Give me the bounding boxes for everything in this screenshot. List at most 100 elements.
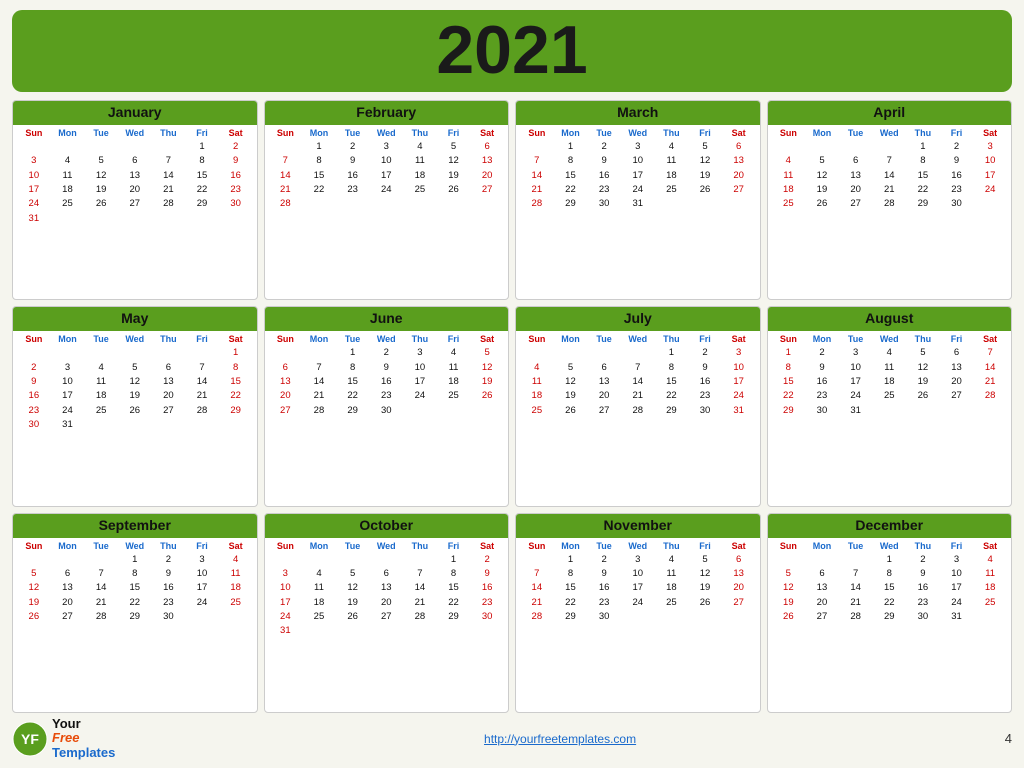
dow-cell: Thu [152, 127, 186, 139]
day-cell: 4 [872, 346, 906, 360]
day-cell: 30 [587, 610, 621, 624]
day-cell: 8 [219, 361, 253, 375]
day-cell: 18 [772, 183, 806, 197]
month-body: SunMonTueWedThuFriSat1234567891011121314… [265, 331, 509, 505]
day-cell: 16 [587, 169, 621, 183]
day-cell: 13 [51, 581, 85, 595]
day-cell: 24 [185, 596, 219, 610]
day-cell: 16 [219, 169, 253, 183]
day-cell: 26 [772, 610, 806, 624]
day-cell [219, 418, 253, 432]
day-cell: 3 [403, 346, 437, 360]
day-cell: 5 [437, 140, 471, 154]
dow-cell: Tue [839, 127, 873, 139]
day-cell: 27 [839, 197, 873, 211]
day-cell [470, 197, 504, 211]
day-cell: 8 [437, 567, 471, 581]
day-cell: 26 [470, 389, 504, 403]
day-cell: 23 [336, 183, 370, 197]
day-cell [437, 197, 471, 211]
dow-cell: Tue [587, 333, 621, 345]
day-cell: 11 [51, 169, 85, 183]
day-cell: 12 [84, 169, 118, 183]
day-cell: 9 [906, 567, 940, 581]
day-cell [520, 346, 554, 360]
day-cell: 17 [839, 375, 873, 389]
day-cell: 26 [118, 404, 152, 418]
day-cell [722, 610, 756, 624]
day-cell: 15 [118, 581, 152, 595]
dow-cell: Thu [152, 333, 186, 345]
day-cell: 5 [336, 567, 370, 581]
day-cell: 13 [118, 169, 152, 183]
day-cell [17, 140, 51, 154]
day-cell: 10 [839, 361, 873, 375]
day-cell [973, 404, 1007, 418]
day-cell [688, 610, 722, 624]
day-cell: 22 [336, 389, 370, 403]
day-cell: 7 [520, 567, 554, 581]
week-row: 3456789 [269, 567, 505, 581]
day-cell [805, 140, 839, 154]
day-cell: 22 [772, 389, 806, 403]
day-cell: 25 [403, 183, 437, 197]
footer-link[interactable]: http://yourfreetemplates.com [484, 732, 636, 746]
week-row: 891011121314 [772, 361, 1008, 375]
dow-cell: Mon [51, 127, 85, 139]
dow-cell: Sat [219, 540, 253, 552]
month-body: SunMonTueWedThuFriSat1234567891011121314… [516, 125, 760, 299]
month-body: SunMonTueWedThuFriSat1234567891011121314… [768, 125, 1012, 299]
day-cell: 24 [940, 596, 974, 610]
day-cell: 15 [906, 169, 940, 183]
day-cell: 19 [554, 389, 588, 403]
day-cell: 3 [722, 346, 756, 360]
day-cell: 11 [403, 154, 437, 168]
day-cell: 28 [403, 610, 437, 624]
day-cell: 5 [470, 346, 504, 360]
dow-cell: Sun [269, 127, 303, 139]
day-cell: 16 [587, 581, 621, 595]
dow-cell: Fri [185, 127, 219, 139]
day-cell: 6 [470, 140, 504, 154]
day-cell: 19 [118, 389, 152, 403]
week-row: 14151617181920 [269, 169, 505, 183]
month-body: SunMonTueWedThuFriSat1234567891011121314… [516, 331, 760, 505]
day-cell: 1 [872, 553, 906, 567]
dow-cell: Tue [839, 540, 873, 552]
footer-page: 4 [1005, 731, 1012, 746]
day-cell: 29 [185, 197, 219, 211]
dow-row: SunMonTueWedThuFriSat [269, 540, 505, 552]
day-cell: 23 [152, 596, 186, 610]
dow-cell: Thu [403, 333, 437, 345]
day-cell: 4 [302, 567, 336, 581]
dow-cell: Wed [872, 127, 906, 139]
day-cell: 23 [369, 389, 403, 403]
day-cell: 17 [973, 169, 1007, 183]
day-cell: 16 [336, 169, 370, 183]
day-cell: 3 [621, 553, 655, 567]
dow-cell: Sun [17, 540, 51, 552]
day-cell: 6 [369, 567, 403, 581]
week-row: 1234 [772, 553, 1008, 567]
month-january: JanuarySunMonTueWedThuFriSat123456789101… [12, 100, 258, 300]
week-row: 11121314151617 [520, 375, 756, 389]
month-name: November [604, 517, 672, 533]
year-header: 2021 [12, 10, 1012, 92]
day-cell: 23 [688, 389, 722, 403]
month-february: FebruarySunMonTueWedThuFriSat12345678910… [264, 100, 510, 300]
dow-row: SunMonTueWedThuFriSat [17, 540, 253, 552]
footer: YF Your Free Templates http://yourfreete… [12, 717, 1012, 760]
year-title: 2021 [12, 16, 1012, 84]
day-cell: 30 [17, 418, 51, 432]
day-cell [17, 346, 51, 360]
day-cell: 6 [152, 361, 186, 375]
dow-cell: Tue [84, 540, 118, 552]
day-cell [772, 553, 806, 567]
day-cell: 18 [655, 581, 689, 595]
month-june: JuneSunMonTueWedThuFriSat123456789101112… [264, 306, 510, 506]
day-cell: 10 [17, 169, 51, 183]
dow-cell: Sat [722, 540, 756, 552]
week-row: 22232425262728 [772, 389, 1008, 403]
day-cell: 29 [655, 404, 689, 418]
day-cell: 5 [84, 154, 118, 168]
